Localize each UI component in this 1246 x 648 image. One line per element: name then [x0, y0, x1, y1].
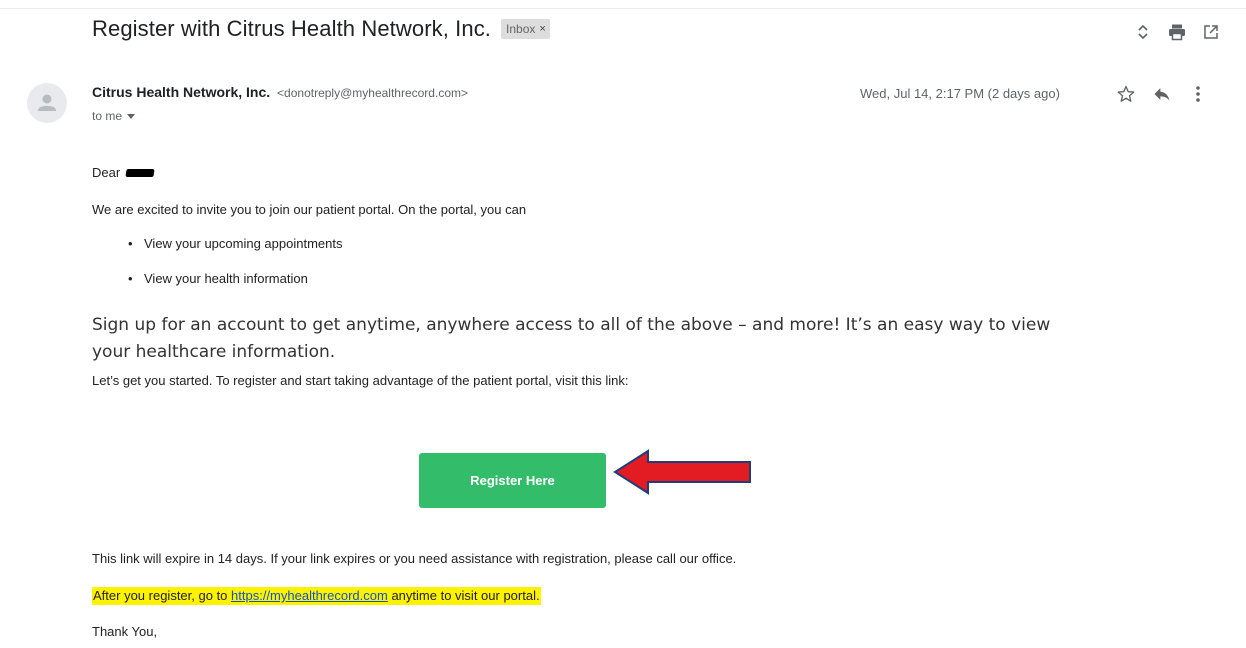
sender-email: <donotreply@myhealthrecord.com>	[277, 86, 468, 100]
intro-text: We are excited to invite you to join our…	[92, 202, 527, 217]
email-date: Wed, Jul 14, 2:17 PM (2 days ago)	[860, 86, 1060, 101]
highlighted-text: After you register, go to https://myheal…	[92, 587, 541, 605]
thread-toolbar	[1126, 20, 1228, 44]
greeting-line: Dear	[92, 165, 155, 180]
recipient-label: to me	[92, 109, 123, 123]
feature-list: View your upcoming appointments View you…	[128, 236, 343, 306]
portal-link[interactable]: https://myhealthrecord.com	[231, 588, 388, 603]
top-divider	[0, 0, 1246, 9]
list-item: View your upcoming appointments	[128, 236, 343, 252]
sender-line: Citrus Health Network, Inc. <donotreply@…	[92, 84, 468, 100]
get-started-text: Let’s get you started. To register and s…	[92, 373, 629, 388]
star-icon[interactable]	[1108, 82, 1144, 106]
portal-instructions: After you register, go to https://myheal…	[92, 587, 541, 605]
redacted-name	[125, 168, 155, 177]
person-icon	[38, 94, 56, 111]
expand-collapse-icon[interactable]	[1126, 20, 1160, 44]
closing-text: Thank You,	[92, 624, 158, 639]
greeting: Dear	[92, 165, 121, 180]
inbox-label: Inbox	[506, 22, 536, 36]
sender-avatar	[27, 83, 67, 123]
register-button[interactable]: Register Here	[419, 453, 606, 508]
after-prefix: After you register, go to	[93, 588, 228, 603]
recipient-details-toggle[interactable]: to me	[92, 109, 136, 123]
open-new-window-icon[interactable]	[1194, 20, 1228, 44]
message-actions	[1108, 82, 1216, 106]
more-options-icon[interactable]	[1180, 82, 1216, 106]
list-item: View your health information	[128, 271, 343, 287]
email-subject-row: Register with Citrus Health Network, Inc…	[92, 16, 550, 42]
inbox-label-chip[interactable]: Inbox ×	[501, 19, 550, 39]
remove-label-button[interactable]: ×	[539, 23, 545, 35]
after-suffix: anytime to visit our portal.	[391, 588, 540, 603]
expiration-text: This link will expire in 14 days. If you…	[92, 551, 737, 566]
chevron-down-icon	[127, 113, 136, 119]
email-subject: Register with Citrus Health Network, Inc…	[92, 16, 492, 41]
signup-text: Sign up for an account to get anytime, a…	[92, 315, 1051, 362]
red-arrow-annotation	[613, 449, 751, 495]
sender-name[interactable]: Citrus Health Network, Inc.	[92, 84, 270, 100]
reply-icon[interactable]	[1144, 82, 1180, 106]
print-icon[interactable]	[1160, 20, 1194, 44]
